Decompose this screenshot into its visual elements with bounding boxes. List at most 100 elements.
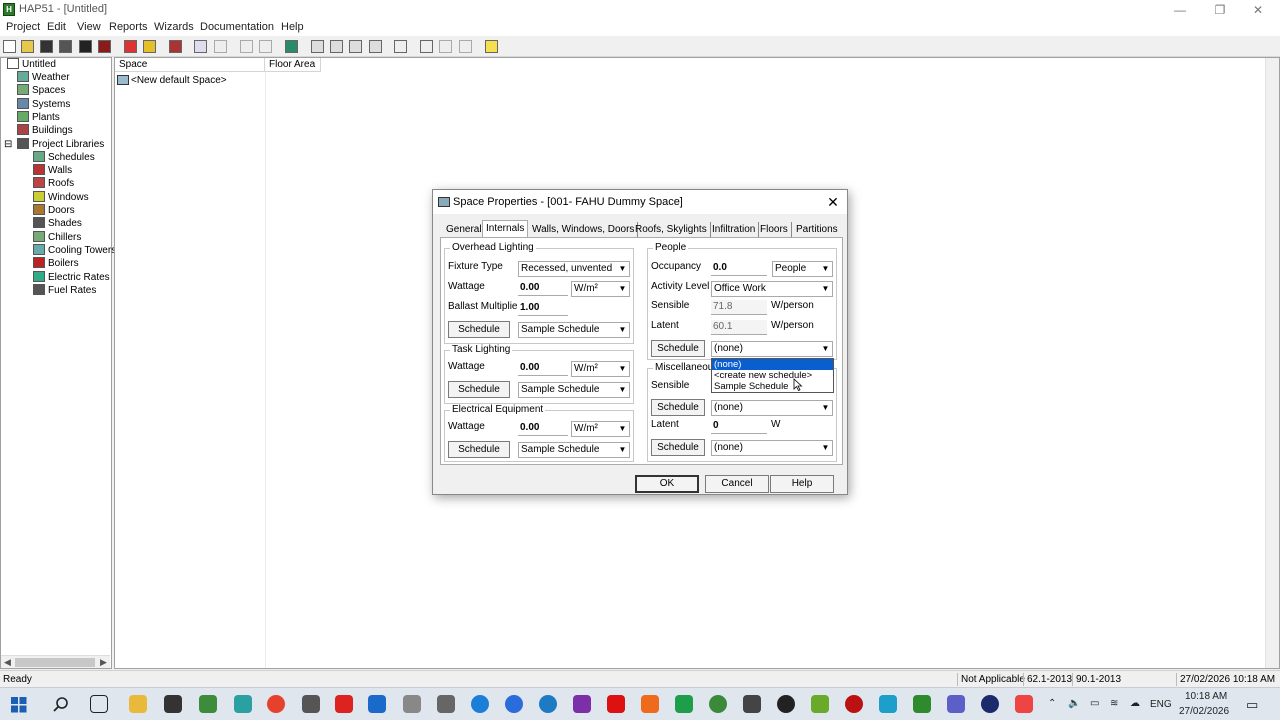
print-icon[interactable] (459, 40, 472, 53)
tree-horizontal-scrollbar[interactable]: ◀ ▶ (1, 655, 110, 668)
save-icon[interactable] (40, 40, 53, 53)
app-icon[interactable] (335, 695, 353, 713)
app-icon[interactable] (709, 695, 727, 713)
tree-item-fuel-rates[interactable]: Fuel Rates (33, 283, 96, 297)
calendar-icon[interactable] (743, 695, 761, 713)
outlook-icon[interactable] (368, 695, 386, 713)
tree-item-schedules[interactable]: Schedules (33, 150, 95, 164)
electrical-wattage-unit-select[interactable]: W/m² ▼ (571, 421, 630, 437)
list-item[interactable]: <New default Space> (117, 74, 227, 87)
overhead-schedule-button[interactable]: Schedule (448, 321, 510, 338)
clock-app-icon[interactable] (164, 695, 182, 713)
windows-start-icon[interactable] (11, 697, 27, 713)
file-explorer-icon[interactable] (129, 695, 147, 713)
zoom-icon[interactable] (505, 695, 523, 713)
copy-icon[interactable] (194, 40, 207, 53)
chrome-icon[interactable] (267, 695, 285, 713)
list-icon[interactable] (349, 40, 362, 53)
app-icon[interactable] (879, 695, 897, 713)
tab-roofs-skylights[interactable]: Roofs, Skylights (632, 222, 711, 237)
electrical-schedule-select[interactable]: Sample Schedule ▼ (518, 442, 630, 458)
menu-reports[interactable]: Reports (109, 21, 148, 33)
electrical-schedule-button[interactable]: Schedule (448, 441, 510, 458)
tab-partitions[interactable]: Partitions (793, 222, 841, 237)
battery-icon[interactable]: ▭ (1090, 698, 1099, 709)
tree-item-plants[interactable]: Plants (17, 110, 60, 124)
app-icon[interactable] (981, 695, 999, 713)
export-icon[interactable] (259, 40, 272, 53)
overhead-wattage-input[interactable]: 0.00 (518, 281, 568, 296)
report-icon[interactable] (394, 40, 407, 53)
tree-item-walls[interactable]: Walls (33, 164, 72, 177)
delete-icon[interactable] (214, 40, 227, 53)
menu-edit[interactable]: Edit (47, 21, 66, 33)
app-icon[interactable] (777, 695, 795, 713)
cancel-button[interactable]: Cancel (705, 475, 769, 493)
dropdown-option-sample-schedule[interactable]: Sample Schedule (712, 381, 833, 392)
edit-item-icon[interactable] (143, 40, 156, 53)
app-icon[interactable] (845, 695, 863, 713)
new-item-icon[interactable] (124, 40, 137, 53)
task-schedule-button[interactable]: Schedule (448, 381, 510, 398)
taskbar-date[interactable]: 27/02/2026 (1179, 706, 1229, 717)
tree-item-chillers[interactable]: Chillers (33, 230, 81, 244)
tree-item-spaces[interactable]: Spaces (17, 84, 65, 97)
onenote-icon[interactable] (573, 695, 591, 713)
activity-level-select[interactable]: Office Work ▼ (711, 281, 833, 297)
minimize-button[interactable]: — (1160, 0, 1200, 20)
app-icon[interactable] (675, 695, 693, 713)
help-icon[interactable] (485, 40, 498, 53)
tab-floors[interactable]: Floors (757, 222, 792, 237)
input-language[interactable]: ENG (1150, 699, 1172, 710)
misc-sensible-schedule-select[interactable]: (none) ▼ (711, 400, 833, 416)
task-wattage-unit-select[interactable]: W/m² ▼ (571, 361, 630, 377)
misc-latent-input[interactable]: 0 (711, 419, 767, 434)
search-icon[interactable] (52, 696, 70, 714)
app-icon[interactable] (1015, 695, 1033, 713)
app-icon[interactable] (437, 695, 455, 713)
print-preview-icon[interactable] (420, 40, 433, 53)
misc-latent-schedule-button[interactable]: Schedule (651, 439, 705, 456)
vertical-scrollbar[interactable] (1265, 58, 1279, 668)
tree-item-roofs[interactable]: Roofs (33, 177, 74, 190)
edge-icon[interactable] (471, 695, 489, 713)
dialog-close-button[interactable]: ✕ (823, 193, 843, 211)
app-icon[interactable] (811, 695, 829, 713)
menu-wizards[interactable]: Wizards (154, 21, 194, 33)
overhead-wattage-unit-select[interactable]: W/m² ▼ (571, 281, 630, 297)
tab-general[interactable]: General (443, 222, 486, 237)
hap-app-icon[interactable] (199, 695, 217, 713)
task-schedule-select[interactable]: Sample Schedule ▼ (518, 382, 630, 398)
overhead-schedule-select[interactable]: Sample Schedule ▼ (518, 322, 630, 338)
help-button[interactable]: Help (770, 475, 834, 493)
app-icon[interactable] (641, 695, 659, 713)
new-icon[interactable] (3, 40, 16, 53)
misc-latent-schedule-select[interactable]: (none) ▼ (711, 440, 833, 456)
tree-item-boilers[interactable]: Boilers (33, 257, 79, 270)
people-schedule-select[interactable]: (none) ▼ (711, 341, 833, 357)
chevron-up-icon[interactable]: ⌃ (1048, 698, 1056, 709)
app-icon[interactable] (539, 695, 557, 713)
tree-item-project-libraries[interactable]: Project Libraries (17, 137, 104, 151)
app-icon[interactable] (234, 695, 252, 713)
app-icon[interactable] (302, 695, 320, 713)
column-header-space[interactable]: Space (115, 58, 265, 72)
electrical-wattage-input[interactable]: 0.00 (518, 421, 568, 436)
menu-project[interactable]: Project (6, 21, 40, 33)
retrieve-icon[interactable] (98, 40, 111, 53)
tree-item-doors[interactable]: Doors (33, 204, 75, 217)
dropdown-option-create-new[interactable]: <create new schedule> (712, 370, 833, 381)
fixture-type-select[interactable]: Recessed, unvented ▼ (518, 261, 630, 277)
tree-root[interactable]: Untitled (7, 58, 56, 71)
ballast-multiplier-input[interactable]: 1.00 (518, 301, 568, 316)
properties-icon[interactable] (169, 40, 182, 53)
restore-button[interactable]: ❐ (1200, 0, 1240, 20)
open-icon[interactable] (21, 40, 34, 53)
scroll-thumb[interactable] (15, 658, 95, 667)
collapse-icon[interactable]: ⊟ (4, 138, 12, 151)
torrent-icon[interactable] (913, 695, 931, 713)
tab-walls-windows-doors[interactable]: Walls, Windows, Doors (529, 222, 639, 237)
task-wattage-input[interactable]: 0.00 (518, 361, 568, 376)
tree-item-cooling-towers[interactable]: Cooling Towers (33, 243, 116, 257)
people-schedule-button[interactable]: Schedule (651, 340, 705, 357)
